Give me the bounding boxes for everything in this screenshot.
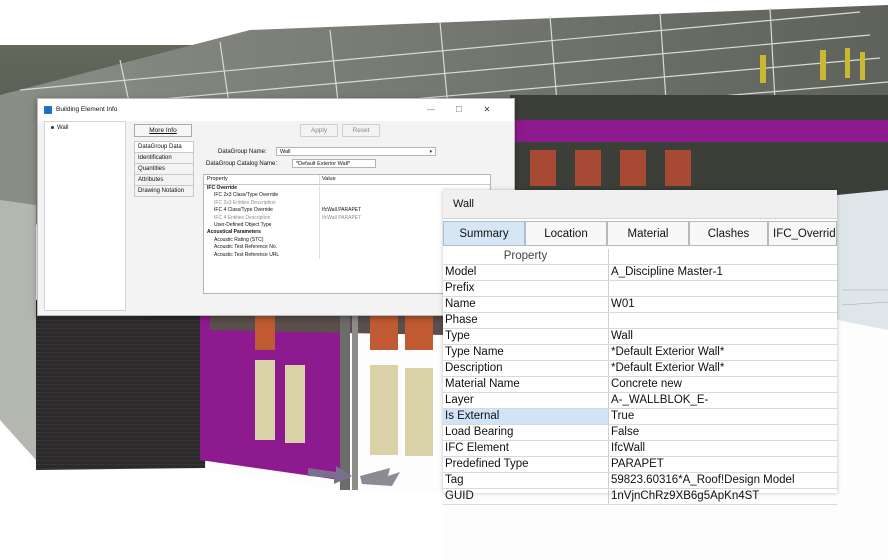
grid-row-property: IFC 2x3 Entities Description bbox=[214, 199, 276, 206]
property-row[interactable]: Prefix bbox=[443, 281, 837, 297]
property-value: W01 bbox=[611, 298, 635, 310]
panel-tabs: Summary Location Material Clashes IFC_Ov… bbox=[443, 221, 837, 246]
grid-row-property: Acoustic Rating (STC) bbox=[214, 236, 264, 243]
panel-title: Wall bbox=[443, 190, 837, 219]
tab-location[interactable]: Location bbox=[525, 221, 607, 246]
property-row[interactable]: Tag 59823.60316*A_Roof!Design Model bbox=[443, 473, 837, 489]
property-row[interactable]: Model A_Discipline Master-1 bbox=[443, 265, 837, 281]
maximize-icon[interactable]: ☐ bbox=[452, 104, 466, 116]
property-value: *Default Exterior Wall* bbox=[611, 346, 725, 358]
property-rows: Model A_Discipline Master-1 Prefix Name W01 P… bbox=[443, 265, 837, 505]
property-row[interactable]: Type Name *Default Exterior Wall* bbox=[443, 345, 837, 361]
catalog-name-label: DataGroup Catalog Name: bbox=[206, 161, 278, 167]
property-name: Description bbox=[445, 362, 503, 374]
tab-summary[interactable]: Summary bbox=[443, 221, 525, 246]
property-name: Layer bbox=[445, 394, 474, 406]
property-name: Is External bbox=[445, 410, 500, 422]
grid-header: Property Value bbox=[204, 175, 490, 185]
property-name: Material Name bbox=[445, 378, 520, 390]
property-name: IFC Element bbox=[445, 442, 509, 454]
grid-header-property: Property bbox=[207, 176, 228, 182]
tab-datagroup-data[interactable]: DataGroup Data bbox=[134, 141, 194, 153]
element-tree: Wall bbox=[44, 121, 126, 311]
grid-row-property: IFC 4 Entities Description bbox=[214, 214, 271, 221]
property-row[interactable]: Load Bearing False bbox=[443, 425, 837, 441]
grid-row-value: IfcWall.PARAPET bbox=[322, 207, 362, 214]
apply-button[interactable]: Apply bbox=[300, 124, 338, 137]
property-name: GUID bbox=[445, 490, 474, 502]
tab-drawing-notation[interactable]: Drawing Notation bbox=[134, 186, 194, 197]
property-value: IfcWall bbox=[611, 442, 646, 454]
minimize-icon[interactable]: — bbox=[424, 104, 438, 116]
grid-row-property: Acoustic Test Reference No. bbox=[214, 244, 277, 251]
grid-row-property: Acoustical Parameters bbox=[207, 229, 261, 236]
property-name: Type Name bbox=[445, 346, 504, 358]
datagroup-name-label: DataGroup Name: bbox=[218, 149, 267, 155]
property-row[interactable]: Is External True bbox=[443, 409, 837, 425]
grid-row-property: Acoustic Test Reference URL bbox=[214, 251, 280, 258]
property-name: Prefix bbox=[445, 282, 475, 294]
property-value: PARAPET bbox=[611, 458, 664, 470]
property-value: A_Discipline Master-1 bbox=[611, 266, 723, 278]
tab-attributes[interactable]: Attributes bbox=[134, 175, 194, 186]
tab-material[interactable]: Material bbox=[607, 221, 689, 246]
grid-row-property: User-Defined Object Type bbox=[214, 221, 272, 228]
property-name: Type bbox=[445, 330, 470, 342]
property-row[interactable]: Type Wall bbox=[443, 329, 837, 345]
tab-clashes[interactable]: Clashes bbox=[689, 221, 768, 246]
property-value: True bbox=[611, 410, 635, 422]
tab-identification[interactable]: Identification bbox=[134, 153, 194, 164]
wall-properties-panel: Wall Summary Location Material Clashes I… bbox=[443, 190, 837, 505]
property-value: False bbox=[611, 426, 640, 438]
property-name: Model bbox=[445, 266, 477, 278]
property-value: Concrete new bbox=[611, 378, 682, 390]
property-value: 1nVjnChRz9XB6g5ApKn4ST bbox=[611, 490, 760, 502]
tab-ifc-override[interactable]: IFC_Override bbox=[768, 221, 837, 246]
grid-row-property: IFC 2x3 Class/Type Override bbox=[214, 192, 279, 199]
property-value: A-_WALLBLOK_E- bbox=[611, 394, 709, 406]
property-name: Name bbox=[445, 298, 476, 310]
property-name: Tag bbox=[445, 474, 464, 486]
catalog-name-field[interactable]: *Default Exterior Wall* bbox=[292, 159, 376, 168]
property-row[interactable]: Description *Default Exterior Wall* bbox=[443, 361, 837, 377]
property-table-header: Property bbox=[443, 249, 837, 265]
datagroup-tabs: DataGroup Data Identification Quantities… bbox=[134, 141, 194, 197]
grid-row-property: IFC Override bbox=[207, 185, 238, 191]
property-value: Wall bbox=[611, 330, 633, 342]
app-icon bbox=[44, 106, 52, 114]
tree-item-wall[interactable]: Wall bbox=[51, 125, 68, 131]
dialog-titlebar: Building Element Info — ☐ ✕ bbox=[38, 99, 514, 121]
property-name: Load Bearing bbox=[445, 426, 514, 438]
bullet-icon bbox=[51, 125, 54, 129]
dialog-title: Building Element Info bbox=[56, 106, 118, 113]
property-row[interactable]: Name W01 bbox=[443, 297, 837, 313]
reset-button[interactable]: Reset bbox=[342, 124, 380, 137]
close-icon[interactable]: ✕ bbox=[480, 104, 494, 116]
property-row[interactable]: Phase bbox=[443, 313, 837, 329]
datagroup-name-select[interactable]: Wall ▾ bbox=[276, 147, 436, 156]
property-value: 59823.60316*A_Roof!Design Model bbox=[611, 474, 795, 486]
property-row[interactable]: IFC Element IfcWall bbox=[443, 441, 837, 457]
property-row[interactable]: Predefined Type PARAPET bbox=[443, 457, 837, 473]
property-row[interactable]: Layer A-_WALLBLOK_E- bbox=[443, 393, 837, 409]
grid-row-property: IFC 4 Class/Type Override bbox=[214, 207, 273, 214]
property-name: Phase bbox=[445, 314, 478, 326]
property-value: *Default Exterior Wall* bbox=[611, 362, 725, 374]
more-info-button[interactable]: More Info bbox=[134, 124, 192, 137]
grid-row-value: IfcWall PARAPET bbox=[322, 214, 362, 221]
property-name: Predefined Type bbox=[445, 458, 529, 470]
property-table: Property Model A_Discipline Master-1 Prefi… bbox=[443, 249, 837, 505]
grid-header-value: Value bbox=[322, 176, 336, 182]
tab-quantities[interactable]: Quantities bbox=[134, 164, 194, 175]
property-row[interactable]: GUID 1nVjnChRz9XB6g5ApKn4ST bbox=[443, 489, 837, 505]
property-row[interactable]: Material Name Concrete new bbox=[443, 377, 837, 393]
property-column-header: Property bbox=[503, 250, 548, 262]
chevron-down-icon: ▾ bbox=[429, 149, 432, 155]
